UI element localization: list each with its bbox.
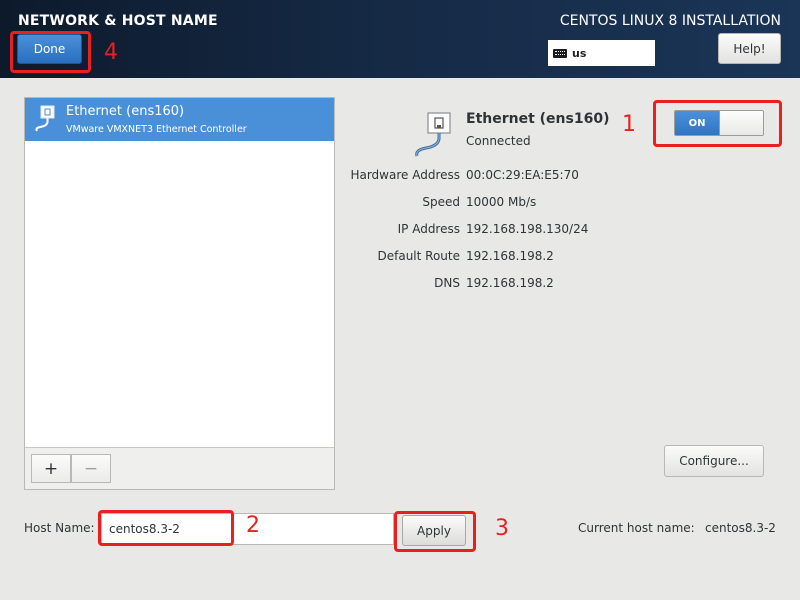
annotation-number-1: 1	[622, 112, 636, 137]
annotation-box-hostname	[98, 510, 234, 546]
host-name-label: Host Name:	[24, 521, 95, 535]
hardware-address-value: 00:0C:29:EA:E5:70	[466, 168, 579, 182]
connection-status: Connected	[466, 134, 531, 148]
ip-address-value: 192.168.198.130/24	[466, 222, 589, 236]
ip-address-label: IP Address	[397, 222, 460, 236]
keyboard-layout-indicator[interactable]: us	[548, 40, 655, 66]
ethernet-icon	[35, 105, 55, 132]
page-title: NETWORK & HOST NAME	[18, 13, 218, 29]
dns-value: 192.168.198.2	[466, 276, 554, 290]
dns-label: DNS	[434, 276, 460, 290]
device-list-item[interactable]: Ethernet (ens160) VMware VMXNET3 Etherne…	[25, 98, 334, 141]
default-route-label: Default Route	[377, 249, 461, 263]
header-bar: NETWORK & HOST NAME CENTOS LINUX 8 INSTA…	[0, 0, 800, 78]
product-title: CENTOS LINUX 8 INSTALLATION	[559, 13, 781, 29]
device-list: Ethernet (ens160) VMware VMXNET3 Etherne…	[24, 97, 335, 490]
hardware-address-label: Hardware Address	[350, 168, 460, 182]
device-list-toolbar: + −	[25, 447, 334, 489]
annotation-box-apply	[394, 511, 476, 552]
keyboard-layout-label: us	[572, 46, 587, 60]
device-description: VMware VMXNET3 Ethernet Controller	[66, 124, 247, 135]
default-route-value: 192.168.198.2	[466, 249, 554, 263]
current-host-name-label: Current host name:	[578, 521, 695, 535]
annotation-number-3: 3	[495, 516, 509, 541]
annotation-box-done	[10, 31, 91, 73]
add-device-button[interactable]: +	[31, 454, 71, 483]
speed-label: Speed	[422, 195, 460, 209]
device-detail-name: Ethernet (ens160)	[466, 111, 610, 127]
device-name: Ethernet (ens160)	[66, 104, 185, 119]
help-button[interactable]: Help!	[718, 33, 781, 64]
remove-device-button[interactable]: −	[71, 454, 111, 483]
configure-button[interactable]: Configure...	[664, 445, 764, 477]
current-host-name-value: centos8.3-2	[705, 521, 776, 535]
annotation-number-4: 4	[104, 40, 118, 65]
ethernet-device-icon	[415, 112, 451, 157]
speed-value: 10000 Mb/s	[466, 195, 537, 209]
keyboard-icon	[553, 48, 567, 58]
annotation-box-toggle	[653, 100, 782, 147]
annotation-number-2: 2	[246, 513, 260, 538]
